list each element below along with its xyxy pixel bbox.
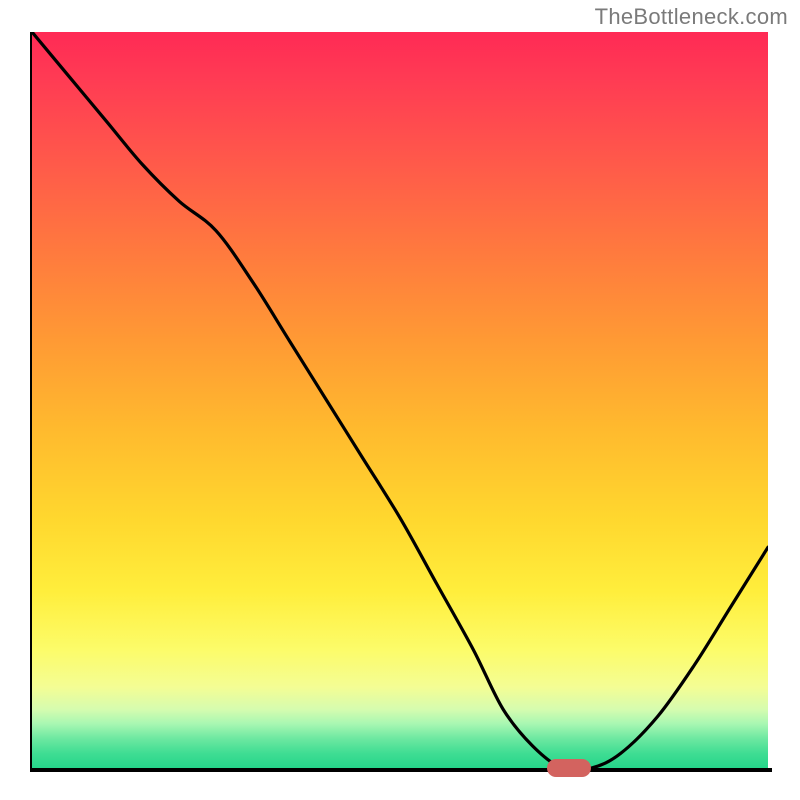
watermark-text: TheBottleneck.com [595, 4, 788, 30]
bottleneck-chart: TheBottleneck.com [0, 0, 800, 800]
optimal-marker [547, 759, 591, 777]
curve-layer [32, 32, 768, 768]
x-axis-line [30, 768, 772, 772]
bottleneck-curve-path [32, 32, 768, 768]
plot-area [32, 32, 768, 768]
